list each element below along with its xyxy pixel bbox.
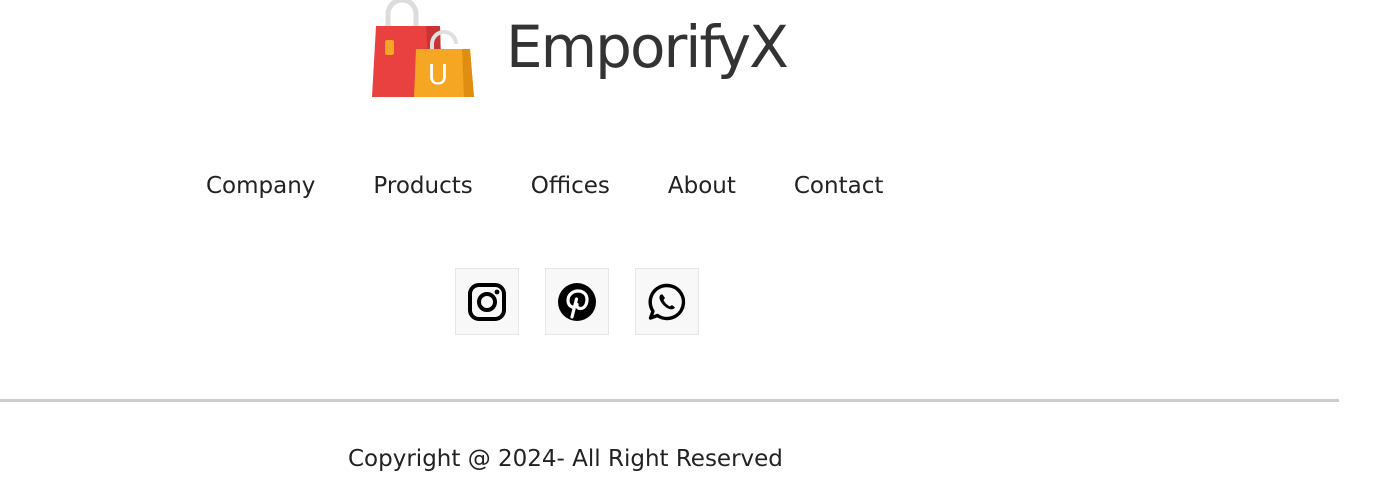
instagram-button[interactable]	[455, 268, 519, 335]
pinterest-icon	[558, 282, 596, 321]
brand[interactable]: U EmporifyX	[370, 0, 789, 100]
instagram-icon	[468, 282, 506, 321]
logo-letter: U	[428, 58, 449, 91]
nav-link-products[interactable]: Products	[373, 170, 472, 202]
brand-name: EmporifyX	[506, 13, 789, 81]
footer-divider	[0, 399, 1339, 402]
pinterest-button[interactable]	[545, 268, 609, 335]
nav-link-offices[interactable]: Offices	[531, 170, 610, 202]
nav-link-about[interactable]: About	[668, 170, 736, 202]
footer-nav: Company Products Offices About Contact	[206, 170, 883, 202]
copyright-text: Copyright @ 2024- All Right Reserved	[348, 446, 783, 472]
social-links	[455, 268, 699, 335]
whatsapp-icon	[648, 283, 686, 320]
whatsapp-button[interactable]	[635, 268, 699, 335]
nav-link-contact[interactable]: Contact	[794, 170, 883, 202]
site-footer: U EmporifyX Company Products Offices Abo…	[0, 0, 1394, 478]
shopping-bags-logo-icon: U	[372, 0, 474, 97]
nav-link-company[interactable]: Company	[206, 170, 315, 202]
